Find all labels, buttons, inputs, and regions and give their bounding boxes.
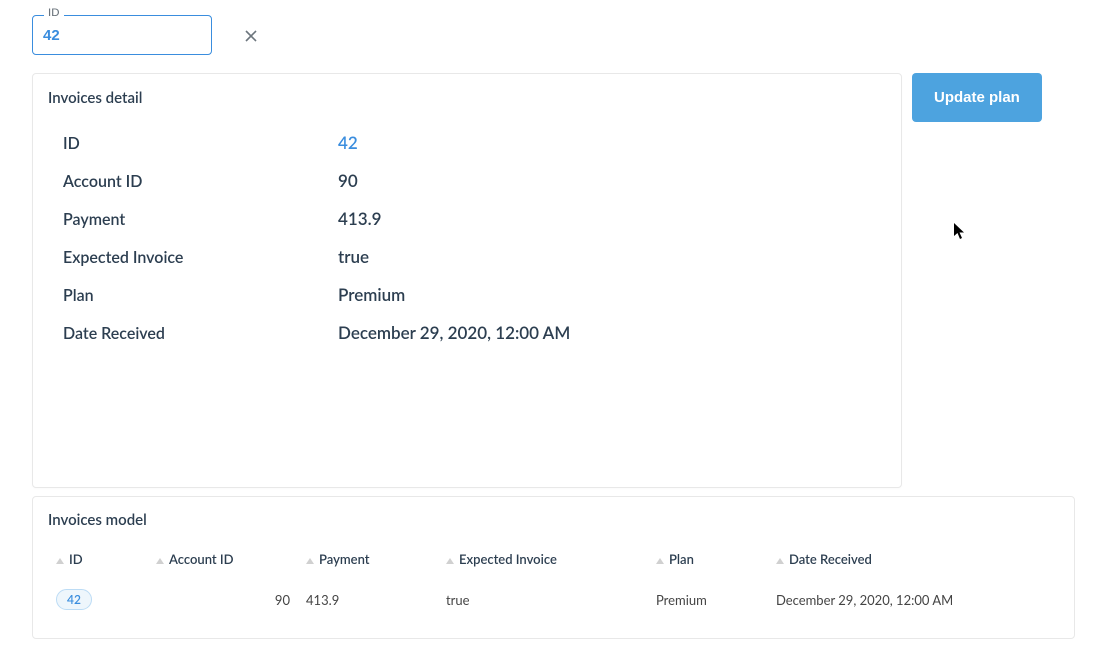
col-header-accountid[interactable]: Account ID [148,547,298,581]
id-filter-wrap: ID [32,15,212,55]
id-filter-label: ID [44,6,64,19]
detail-row: Expected Invoicetrue [63,246,871,267]
sort-icon [156,558,164,564]
col-header-payment[interactable]: Payment [298,547,438,581]
col-header-id[interactable]: ID [48,547,148,581]
update-plan-button[interactable]: Update plan [912,73,1042,122]
id-badge[interactable]: 42 [56,589,92,610]
model-card-title: Invoices model [48,511,1059,529]
detail-value: true [338,246,369,267]
sort-icon [776,558,784,564]
detail-row: Payment413.9 [63,208,871,229]
invoices-model-card: Invoices model ID Account ID Payment Exp… [32,496,1075,639]
detail-row: Date ReceivedDecember 29, 2020, 12:00 AM [63,322,871,343]
detail-row: PlanPremium [63,284,871,305]
detail-card-title: Invoices detail [48,89,886,107]
detail-label: ID [63,134,338,153]
detail-value: Premium [338,284,405,305]
detail-row: Account ID90 [63,170,871,191]
cell-accountid: 90 [148,581,298,618]
col-header-date[interactable]: Date Received [768,547,1059,581]
invoices-detail-card: Invoices detail ID42Account ID90Payment4… [32,73,902,488]
col-header-expected[interactable]: Expected Invoice [438,547,648,581]
detail-row: ID42 [63,132,871,153]
detail-value[interactable]: 42 [338,132,358,153]
detail-label: Plan [63,286,338,305]
detail-label: Date Received [63,324,338,343]
sort-icon [56,558,64,564]
detail-label: Expected Invoice [63,248,338,267]
detail-label: Account ID [63,172,338,191]
table-row[interactable]: 42 90 413.9 true Premium December 29, 20… [48,581,1059,618]
sort-icon [446,558,454,564]
cell-expected: true [438,581,648,618]
col-header-plan[interactable]: Plan [648,547,768,581]
clear-icon[interactable] [244,28,258,42]
sort-icon [656,558,664,564]
cell-plan: Premium [648,581,768,618]
cell-date: December 29, 2020, 12:00 AM [768,581,1059,618]
sort-icon [306,558,314,564]
id-filter-input[interactable] [43,27,244,44]
detail-value: 413.9 [338,208,381,229]
detail-value: December 29, 2020, 12:00 AM [338,322,570,343]
detail-value: 90 [338,170,358,191]
detail-label: Payment [63,210,338,229]
cell-payment: 413.9 [298,581,438,618]
